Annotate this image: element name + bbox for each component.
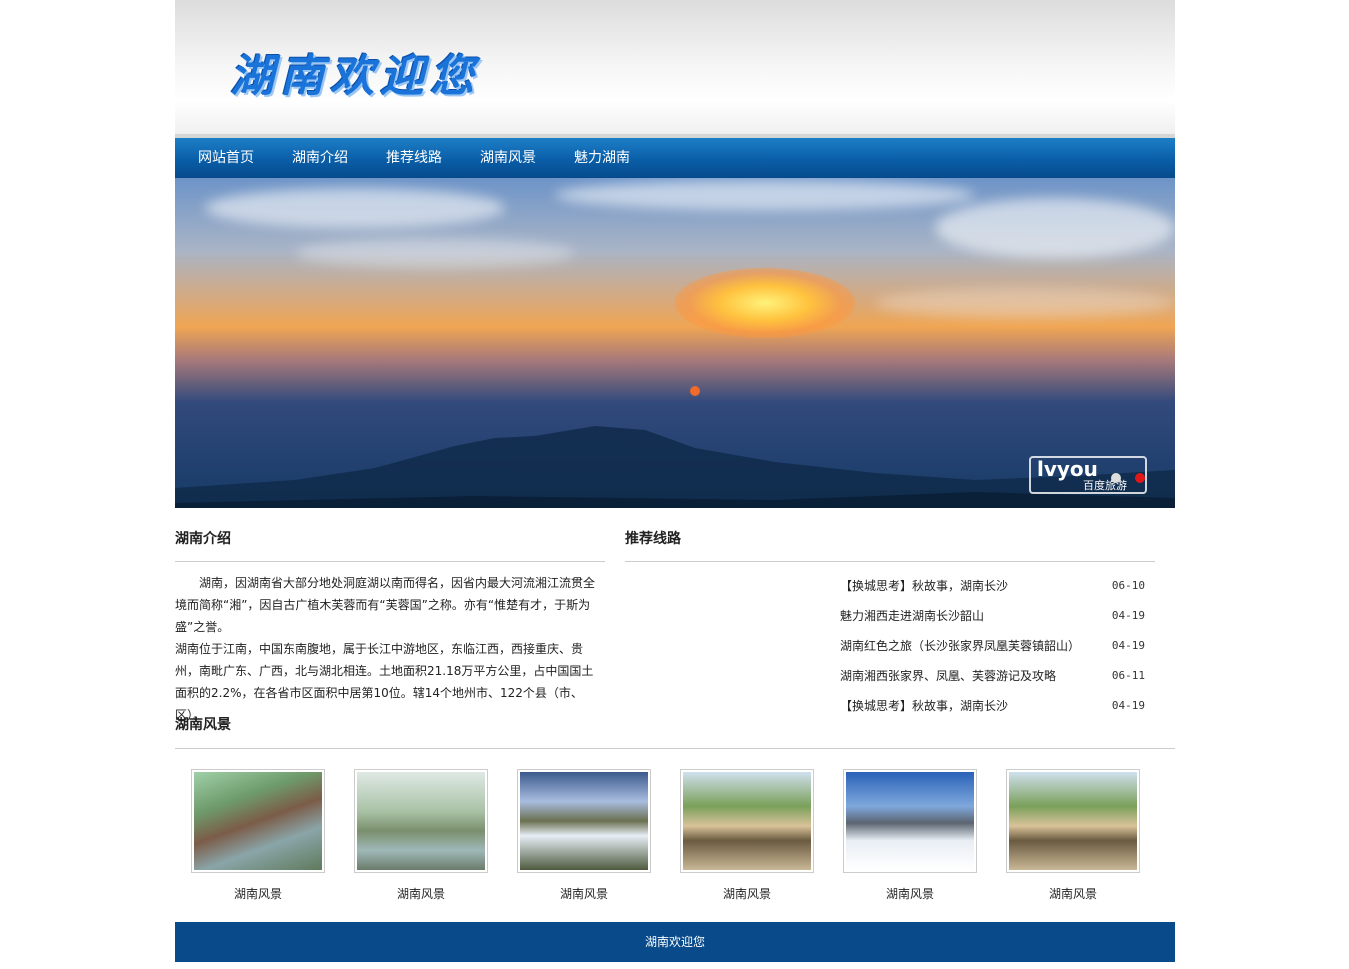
gallery-image-frame[interactable] xyxy=(354,769,488,873)
route-date: 04-19 xyxy=(1111,639,1145,652)
gallery-caption[interactable]: 湖南风景 xyxy=(517,885,651,902)
gallery-item[interactable]: 湖南风景 xyxy=(843,769,977,922)
gallery-caption[interactable]: 湖南风景 xyxy=(354,885,488,902)
content-columns: 湖南介绍 湖南，因湖南省大部分地处洞庭湖以南而得名，因省内最大河流湘江流贯全境而… xyxy=(175,508,1175,723)
route-list: 【换城思考】秋故事，湖南长沙 06-10 魅力湘西走进湖南长沙韶山 04-19 湖南… xyxy=(625,562,1155,726)
route-item[interactable]: 【换城思考】秋故事，湖南长沙 06-10 xyxy=(840,576,1155,606)
gallery-image-frame[interactable] xyxy=(517,769,651,873)
gallery-photo xyxy=(357,772,485,870)
route-date: 06-10 xyxy=(1111,579,1145,592)
gallery-photo xyxy=(1009,772,1137,870)
banner-cloud xyxy=(875,288,1175,318)
nav-item-charm[interactable]: 魅力湖南 xyxy=(555,138,649,178)
route-item[interactable]: 湖南湘西张家界、凤凰、芙蓉游记及攻略 06-11 xyxy=(840,666,1155,696)
main-nav: 网站首页 湖南介绍 推荐线路 湖南风景 魅力湖南 xyxy=(175,138,1175,178)
route-link[interactable]: 【换城思考】秋故事，湖南长沙 xyxy=(840,576,1008,606)
route-link[interactable]: 湖南红色之旅（长沙张家界凤凰芙蓉镇韶山） xyxy=(840,636,1080,666)
banner-cloud xyxy=(935,198,1175,258)
gallery-photo xyxy=(194,772,322,870)
gallery-image-frame[interactable] xyxy=(1006,769,1140,873)
slide-dot-active[interactable] xyxy=(1135,473,1145,483)
mountain-silhouette xyxy=(175,426,1175,508)
banner-cloud xyxy=(555,180,975,210)
scenery-gallery: 湖南风景 湖南风景 湖南风景 湖南风景 湖南风景 湖南风景 xyxy=(175,749,1175,922)
site-header: 湖南欢迎您 xyxy=(175,0,1175,138)
banner-cloud xyxy=(295,238,575,268)
gallery-image-frame[interactable] xyxy=(680,769,814,873)
intro-section: 湖南介绍 湖南，因湖南省大部分地处洞庭湖以南而得名，因省内最大河流湘江流贯全境而… xyxy=(175,530,605,723)
gallery-item[interactable]: 湖南风景 xyxy=(680,769,814,922)
route-item[interactable]: 魅力湘西走进湖南长沙韶山 04-19 xyxy=(840,606,1155,636)
gallery-item[interactable]: 湖南风景 xyxy=(354,769,488,922)
intro-title: 湖南介绍 xyxy=(175,530,605,562)
routes-title: 推荐线路 xyxy=(625,530,1155,562)
banner-cloud xyxy=(205,188,505,228)
gallery-caption[interactable]: 湖南风景 xyxy=(680,885,814,902)
gallery-photo xyxy=(520,772,648,870)
setting-sun xyxy=(690,386,700,396)
route-link[interactable]: 湖南湘西张家界、凤凰、芙蓉游记及攻略 xyxy=(840,666,1056,696)
route-date: 04-19 xyxy=(1111,609,1145,622)
sunset-glow xyxy=(675,268,855,338)
route-item[interactable]: 【换城思考】秋故事，湖南长沙 04-19 xyxy=(840,696,1155,726)
intro-text: 湖南，因湖南省大部分地处洞庭湖以南而得名，因省内最大河流湘江流贯全境而简称“湘”… xyxy=(175,562,605,726)
slide-indicators xyxy=(1111,473,1145,483)
nav-item-scenery[interactable]: 湖南风景 xyxy=(461,138,555,178)
banner-slideshow[interactable]: lvyou 百度旅游 xyxy=(175,178,1175,508)
gallery-image-frame[interactable] xyxy=(843,769,977,873)
gallery-image-frame[interactable] xyxy=(191,769,325,873)
page-container: 湖南欢迎您 网站首页 湖南介绍 推荐线路 湖南风景 魅力湖南 lvyou 百度旅… xyxy=(175,0,1175,962)
nav-item-home[interactable]: 网站首页 xyxy=(179,138,273,178)
gallery-item[interactable]: 湖南风景 xyxy=(1006,769,1140,922)
gallery-caption[interactable]: 湖南风景 xyxy=(191,885,325,902)
route-date: 06-11 xyxy=(1111,669,1145,682)
route-link[interactable]: 魅力湘西走进湖南长沙韶山 xyxy=(840,606,984,636)
intro-paragraph: 湖南位于江南，中国东南腹地，属于长江中游地区，东临江西，西接重庆、贵州，南毗广东… xyxy=(175,642,594,722)
gallery-photo xyxy=(846,772,974,870)
nav-item-routes[interactable]: 推荐线路 xyxy=(367,138,461,178)
routes-section: 推荐线路 【换城思考】秋故事，湖南长沙 06-10 魅力湘西走进湖南长沙韶山 04-… xyxy=(625,530,1155,723)
gallery-caption[interactable]: 湖南风景 xyxy=(1006,885,1140,902)
gallery-photo xyxy=(683,772,811,870)
slide-dot[interactable] xyxy=(1111,473,1121,483)
intro-paragraph: 湖南，因湖南省大部分地处洞庭湖以南而得名，因省内最大河流湘江流贯全境而简称“湘”… xyxy=(175,576,596,634)
gallery-caption[interactable]: 湖南风景 xyxy=(843,885,977,902)
nav-item-intro[interactable]: 湖南介绍 xyxy=(273,138,367,178)
route-link[interactable]: 【换城思考】秋故事，湖南长沙 xyxy=(840,696,1008,726)
watermark-main-text: lvyou xyxy=(1037,457,1098,481)
gallery-item[interactable]: 湖南风景 xyxy=(517,769,651,922)
footer-text: 湖南欢迎您 xyxy=(644,935,705,949)
site-footer: 湖南欢迎您 xyxy=(175,922,1175,962)
route-date: 04-19 xyxy=(1111,699,1145,712)
route-item[interactable]: 湖南红色之旅（长沙张家界凤凰芙蓉镇韶山） 04-19 xyxy=(840,636,1155,666)
site-logo[interactable]: 湖南欢迎您 xyxy=(230,40,480,104)
gallery-item[interactable]: 湖南风景 xyxy=(191,769,325,922)
